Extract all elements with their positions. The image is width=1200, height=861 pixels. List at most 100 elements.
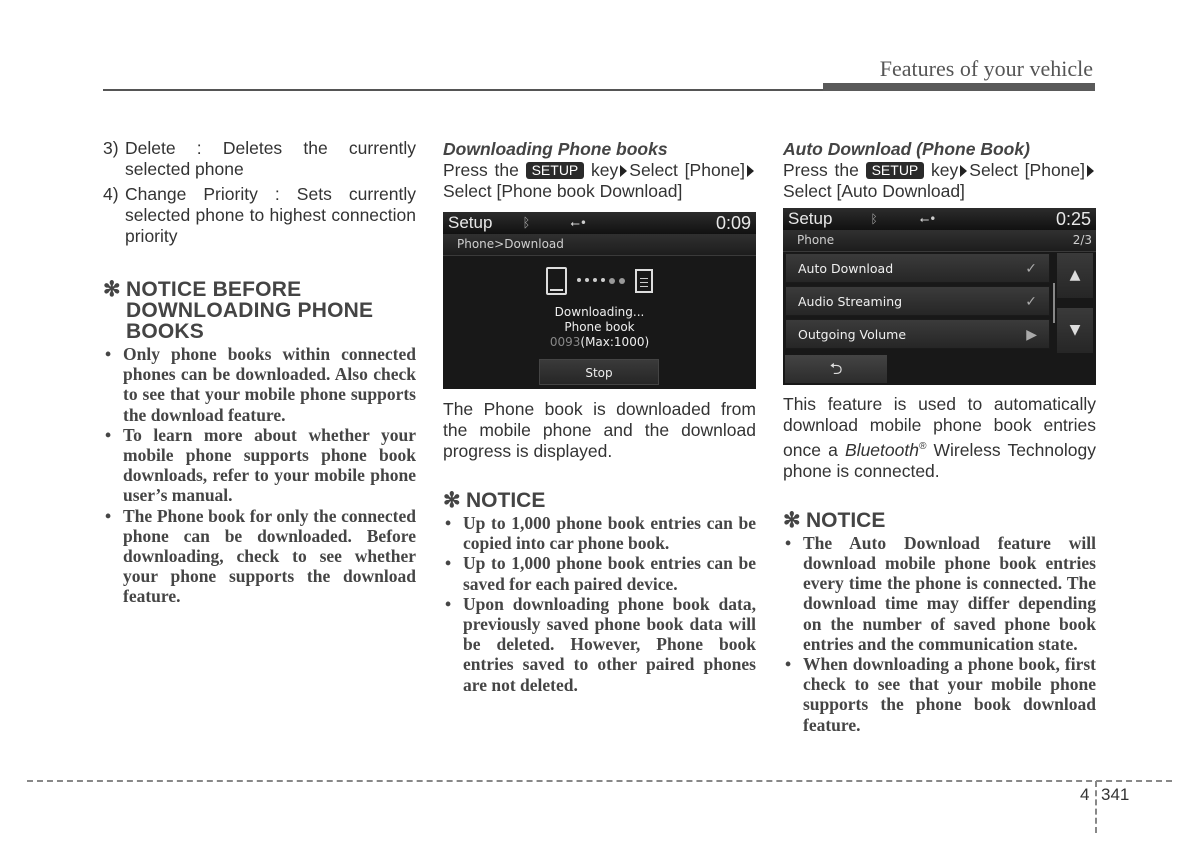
- subsection-heading: Downloading Phone books: [443, 139, 668, 159]
- asterisk-icon: ✻: [443, 489, 461, 512]
- header-rule: [103, 89, 828, 91]
- bullet-icon: •: [105, 505, 112, 526]
- clock: 0:25: [1055, 208, 1091, 229]
- usb-icon: ⭠•: [570, 215, 587, 230]
- scrollbar[interactable]: [1053, 283, 1055, 323]
- notice-list: • Up to 1,000 phone book entries can be c…: [443, 513, 756, 695]
- checkmark-icon: ✓: [1025, 294, 1037, 310]
- progress-dots: [577, 278, 625, 284]
- status-line: Phone book: [564, 320, 635, 334]
- notice-item: • To learn more about whether your mobile…: [103, 425, 416, 506]
- item-text: Change Priority : Sets currently selecte…: [125, 184, 416, 246]
- setting-row-audio-streaming[interactable]: Audio Streaming ✓: [785, 286, 1050, 316]
- instr-step: Select [Phone]: [629, 160, 745, 180]
- status-bar: Setup ᛒ ⭠• 0:09: [443, 212, 756, 234]
- status-bar: Setup ᛒ ⭠• 0:25: [783, 208, 1096, 230]
- scroll-up-button[interactable]: ▲: [1057, 253, 1093, 298]
- setting-label: Audio Streaming: [798, 294, 903, 309]
- notice-heading: ✻ NOTICE BEFORE DOWNLOADING PHONE BOOKS: [103, 279, 416, 342]
- arrow-right-icon: [747, 165, 754, 177]
- setting-row-auto-download[interactable]: Auto Download ✓: [785, 253, 1050, 283]
- notice-item: • Up to 1,000 phone book entries can be c…: [443, 513, 756, 553]
- clock: 0:09: [715, 212, 751, 233]
- back-arrow-icon: ⮌: [829, 359, 843, 378]
- notice-item: • When downloading a phone book, first ch…: [783, 654, 1096, 735]
- page-number: 341: [1101, 785, 1130, 804]
- instr-step: Select [Phone book Download]: [443, 181, 683, 201]
- notice-list: • Only phone books within connected phone…: [103, 344, 416, 607]
- footer-rule: [27, 780, 1172, 782]
- download-screen: Setup ᛒ ⭠• 0:09 Phone>Download Downloadi…: [443, 212, 756, 389]
- notice-item: • The Auto Download feature will download…: [783, 533, 1096, 654]
- setting-row-outgoing-volume[interactable]: Outgoing Volume ▶: [785, 319, 1050, 349]
- instr-step: Select [Phone]: [969, 160, 1085, 180]
- column-1: 3) Delete : Deletes the currently select…: [103, 138, 416, 607]
- notice-item-text: Only phone books within connected phones…: [123, 344, 416, 425]
- asterisk-icon: ✻: [103, 278, 121, 301]
- asterisk-icon: ✻: [783, 508, 801, 532]
- section-label: Phone: [797, 233, 835, 247]
- arrow-right-icon: [960, 165, 968, 177]
- checkmark-icon: ✓: [1025, 261, 1037, 277]
- column-2: Downloading Phone books Press the SETUP …: [443, 138, 756, 695]
- instruction: Press the SETUP key Select [Phone]Select …: [783, 160, 1096, 202]
- notice-item-text: Up to 1,000 phone book entries can be sa…: [463, 553, 756, 594]
- screen-title: Setup: [448, 213, 493, 232]
- setup-key-badge: SETUP: [525, 162, 585, 179]
- mobile-phone-icon: [546, 267, 567, 295]
- notice-item: • The Phone book for only the connected p…: [103, 506, 416, 607]
- instr-text: key: [591, 160, 619, 180]
- bluetooth-icon: ᛒ: [870, 212, 878, 226]
- notice-item-text: To learn more about whether your mobile …: [123, 424, 416, 506]
- bullet-icon: •: [445, 553, 452, 574]
- notice-item-text: The Phone book for only the connected ph…: [123, 505, 416, 607]
- item-text: Delete : Deletes the currently selected …: [125, 138, 416, 179]
- page-indicator: 2/3: [1072, 233, 1092, 247]
- registered-mark: ®: [918, 441, 927, 452]
- arrow-right-icon: [1087, 165, 1094, 177]
- setting-label: Outgoing Volume: [798, 327, 907, 342]
- description: This feature is used to automatically do…: [783, 394, 1096, 482]
- phone-settings-screen: Setup ᛒ ⭠• 0:25 Phone 2/3 Auto Download …: [783, 208, 1096, 385]
- max-value: (Max:1000): [580, 335, 650, 349]
- notice-item-text: Up to 1,000 phone book entries can be co…: [463, 513, 756, 554]
- download-count: 0093(Max:1000): [443, 335, 756, 350]
- list-item: 4) Change Priority : Sets currently sele…: [103, 184, 416, 247]
- section-bar: Phone 2/3: [783, 230, 1096, 252]
- instr-text: Press the: [783, 160, 859, 180]
- footer-divider: [1095, 781, 1097, 833]
- bullet-icon: •: [785, 532, 792, 553]
- screen-title: Setup: [788, 209, 833, 228]
- setup-key-badge: SETUP: [865, 162, 925, 179]
- header-rule-accent: [823, 83, 1095, 91]
- bullet-icon: •: [785, 654, 792, 675]
- chapter-number: 4: [1080, 785, 1090, 804]
- transfer-graphic: [443, 265, 756, 297]
- back-button[interactable]: ⮌: [785, 355, 887, 383]
- stop-button[interactable]: Stop: [539, 359, 659, 385]
- subsection-heading: Auto Download (Phone Book): [783, 139, 1030, 159]
- status-line: Downloading...: [554, 305, 645, 319]
- notice-item-text: Upon downloading phone book data, previo…: [463, 593, 756, 695]
- arrow-right-icon: [620, 165, 628, 177]
- breadcrumb: Phone>Download: [443, 234, 756, 256]
- arrow-up-icon: ▲: [1069, 267, 1081, 283]
- instruction: Press the SETUP key Select [Phone]Select …: [443, 160, 756, 202]
- usb-icon: ⭠•: [919, 211, 937, 226]
- scroll-down-button[interactable]: ▼: [1057, 308, 1093, 353]
- notice-item: • Only phone books within connected phone…: [103, 344, 416, 425]
- instr-text: key: [931, 160, 959, 180]
- item-number: 3): [103, 138, 119, 158]
- bluetooth-icon: ᛒ: [522, 215, 531, 231]
- download-status: Downloading... Phone book 0093(Max:1000): [443, 305, 756, 350]
- bullet-icon: •: [105, 344, 112, 364]
- notice-heading: ✻ NOTICE: [783, 510, 1096, 531]
- brand-name: Bluetooth: [845, 439, 919, 460]
- notice-item: • Up to 1,000 phone book entries can be s…: [443, 553, 756, 593]
- bullet-icon: •: [445, 593, 452, 614]
- list-item: 3) Delete : Deletes the currently select…: [103, 138, 416, 180]
- column-3: Auto Download (Phone Book) Press the SET…: [783, 138, 1096, 735]
- notice-title: NOTICE BEFORE DOWNLOADING PHONE BOOKS: [126, 278, 374, 343]
- notice-item-text: The Auto Download feature will download …: [803, 532, 1096, 654]
- bullet-icon: •: [445, 513, 452, 533]
